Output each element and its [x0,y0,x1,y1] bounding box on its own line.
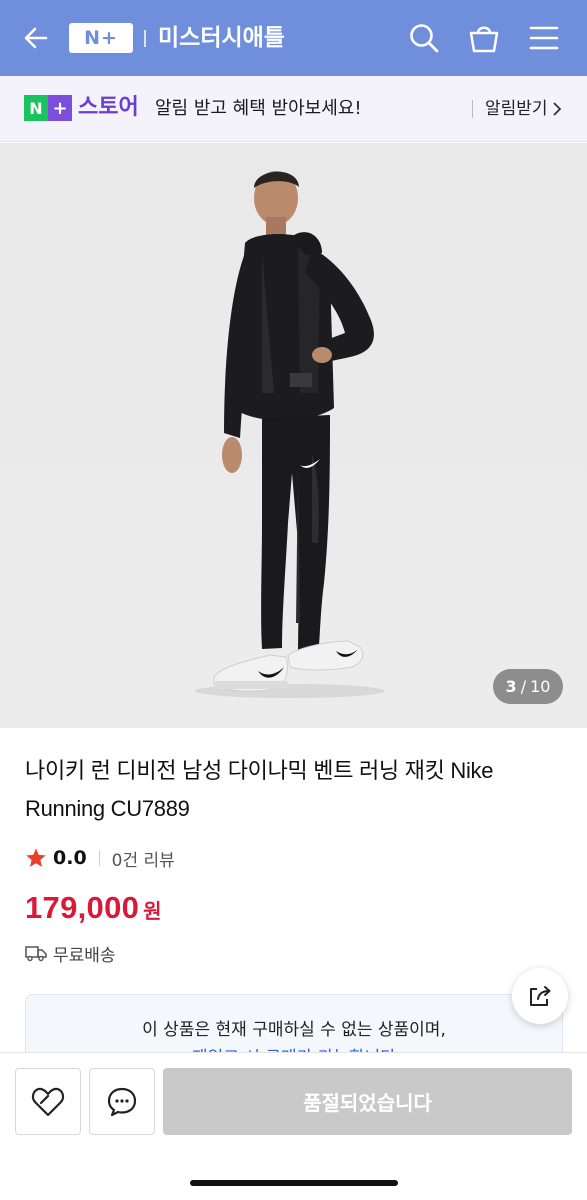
truck-icon [25,946,47,962]
logo-n: N [24,95,48,121]
notify-message: 알림 받고 혜택 받아보세요! [155,98,362,119]
soldout-button[interactable]: 품절되었습니다 [163,1068,572,1135]
rating-value: 0.0 [53,847,87,869]
product-image[interactable] [0,143,587,728]
notice-line-1: 이 상품은 현재 구매하실 수 없는 상품이며, [142,1020,446,1040]
notification-banner: N + 스토어 알림 받고 혜택 받아보세요! 알림받기 [0,76,587,142]
product-title: 나이키 런 디비전 남성 다이나믹 벤트 러닝 재킷 Nike Running … [25,758,494,821]
notify-button-label: 알림받기 [485,99,548,119]
image-counter-current: 3 [505,677,517,696]
header-divider [144,30,146,47]
heart-icon [31,1087,65,1116]
price-row: 179,000 원 [25,890,162,926]
rating-row[interactable]: 0.0 0건 리뷰 [25,845,175,871]
cart-icon [469,26,499,53]
wishlist-button[interactable] [15,1068,81,1135]
back-arrow-icon [24,27,48,49]
top-header: N+ 미스터시애틀 [0,0,587,76]
star-icon [26,848,46,867]
talk-button[interactable] [89,1068,155,1135]
bottom-action-bar: 품절되었습니다 [0,1052,587,1200]
share-icon [530,986,551,1006]
menu-button[interactable] [526,20,562,56]
logo-plus: + [48,95,72,121]
price-value: 179,000 [25,890,140,925]
brand-logo[interactable]: N+ [69,23,133,53]
menu-icon [529,26,559,50]
cart-button[interactable] [466,20,502,56]
shipping-row: 무료배송 [25,941,116,966]
chat-icon [107,1087,137,1116]
store-label: 스토어 [78,95,139,120]
notify-subscribe-button[interactable]: 알림받기 [485,97,562,121]
search-button[interactable] [406,20,442,56]
rating-divider [98,850,100,866]
home-indicator [190,1180,398,1186]
naver-plus-logo: N + [24,95,72,121]
shipping-text: 무료배송 [53,945,116,966]
image-counter-total: 10 [530,677,551,696]
image-counter-slash: / [520,677,527,696]
search-icon [410,24,439,53]
product-photo [195,171,385,698]
chevron-right-icon [552,102,561,116]
back-button[interactable] [20,22,52,54]
share-button[interactable] [512,968,568,1024]
store-name[interactable]: 미스터시애틀 [158,22,285,54]
review-count[interactable]: 0건 리뷰 [112,846,175,871]
notify-divider [472,100,473,118]
price-currency: 원 [143,899,162,923]
image-counter: 3 / 10 [493,669,563,704]
